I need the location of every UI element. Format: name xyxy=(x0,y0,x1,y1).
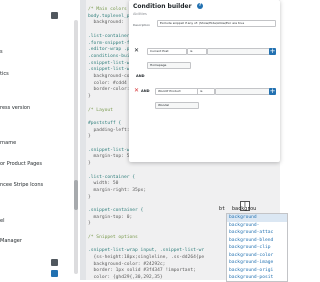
code-line: margin-right: 35px; xyxy=(88,187,147,193)
and-label: AND xyxy=(141,89,150,93)
code-line: #poststuff { xyxy=(88,120,122,126)
code-line: } xyxy=(88,161,91,167)
help-icon[interactable]: ? xyxy=(197,3,203,9)
sidebar-item[interactable]: ncee Stripe Icons xyxy=(0,182,43,188)
condition-builder-panel: Condition builder ? Abilities Descriptio… xyxy=(129,0,280,162)
add-condition-icon[interactable]: + xyxy=(269,88,276,95)
close-icon[interactable]: ✕ xyxy=(134,48,139,54)
menu-icon xyxy=(51,12,58,19)
and-label: AND xyxy=(136,74,145,78)
code-line: } xyxy=(88,134,91,140)
autocomplete-item[interactable]: background-origi xyxy=(227,267,287,275)
code-line: .editor-wrap .pr xyxy=(88,47,133,53)
code-line: color: {ghd29{,30,292,35} xyxy=(88,275,163,280)
admin-sidebar: s tics ress version rname or Product Pag… xyxy=(0,0,80,280)
description-input[interactable]: Exclude snippet if any of: (Show/Hide/Al… xyxy=(157,20,276,27)
sidebar-item[interactable]: rname xyxy=(0,140,16,146)
code-line: .conditions-buil xyxy=(88,53,133,59)
autocomplete-item[interactable]: background-color xyxy=(227,252,287,260)
autocomplete-item[interactable]: background xyxy=(227,214,287,222)
autocomplete-item[interactable]: background- xyxy=(227,222,287,230)
condition-value-select[interactable]: Woodel xyxy=(155,102,199,109)
close-icon[interactable]: ✕ xyxy=(134,88,139,94)
code-line: } xyxy=(88,94,91,100)
scrollbar-track[interactable] xyxy=(74,20,78,274)
autocomplete-prefix: bt xyxy=(219,206,226,212)
autocomplete-input[interactable]: bt backgrou xyxy=(219,205,279,213)
autocomplete-item[interactable]: background-image xyxy=(227,259,287,267)
code-line: } xyxy=(88,194,91,200)
sidebar-item[interactable]: Manager xyxy=(0,238,22,244)
editor-gutter xyxy=(80,0,86,280)
code-line: .snippet-list-wrap input, .snippet-list-… xyxy=(88,248,205,254)
code-line: border-color: xyxy=(88,87,130,93)
code-line: {ss-height:18px;singleline, .ss-dd264{pe xyxy=(88,254,205,260)
code-line: /* Main colors xyxy=(88,7,127,12)
scrollbar-thumb[interactable] xyxy=(74,180,78,210)
sidebar-item[interactable]: or Product Pages xyxy=(0,161,42,167)
add-condition-icon[interactable]: + xyxy=(269,48,276,55)
code-line: color: #cdd4 xyxy=(88,80,127,86)
code-line: background: xyxy=(88,20,124,26)
condition-value-input[interactable] xyxy=(207,48,273,55)
code-line: .list-container { xyxy=(88,174,136,180)
code-line: border: 1px solid #3f4347 !important; xyxy=(88,268,196,274)
code-line: /* Layout xyxy=(88,107,113,113)
sidebar-item[interactable]: el xyxy=(0,218,4,224)
condition-operator-select[interactable]: is xyxy=(197,88,215,95)
sidebar-item[interactable]: ress version xyxy=(0,105,30,111)
autocomplete-list[interactable]: background background-background-attac bac… xyxy=(226,213,288,282)
code-line: width: 50 xyxy=(88,181,119,187)
autocomplete-typed: backgrou xyxy=(232,206,257,212)
condition-value-input[interactable] xyxy=(215,88,273,95)
code-line: body.toplevel_pa xyxy=(88,13,133,19)
condition-field-select[interactable]: Current Post xyxy=(147,48,187,55)
code-line: margin-top: 0; xyxy=(88,214,133,220)
autocomplete-item[interactable]: background-blend xyxy=(227,237,287,245)
condition-value-select[interactable]: Homepage xyxy=(147,62,191,69)
autocomplete-item[interactable]: background-clip xyxy=(227,244,287,252)
code-line: .form-snippet-fe xyxy=(88,40,133,46)
code-line: background-color: #24292c; xyxy=(88,261,166,267)
condition-operator-select[interactable]: is xyxy=(187,48,207,55)
code-line: } xyxy=(88,221,91,227)
autocomplete-item[interactable]: background-posit xyxy=(227,274,287,281)
code-line: .snippet-container { xyxy=(88,208,144,213)
condition-field-select[interactable]: WooCP Product xyxy=(155,88,199,95)
sidebar-item[interactable]: tics xyxy=(0,71,9,77)
autocomplete-item[interactable]: background-attac xyxy=(227,229,287,237)
description-label: Description xyxy=(133,23,151,27)
code-line: /* Snippet options xyxy=(88,234,138,240)
panel-title: Condition builder xyxy=(133,3,192,10)
code-line: .snippet-list-wr xyxy=(88,67,133,73)
code-line: .snippet-list-wr xyxy=(88,60,133,66)
code-line: background-col xyxy=(88,74,133,79)
panel-subtitle: Abilities xyxy=(133,12,147,16)
code-line: padding-left: 0 xyxy=(88,127,136,133)
sidebar-item[interactable]: s xyxy=(0,49,3,55)
menu-icon xyxy=(51,259,58,266)
menu-icon xyxy=(51,270,58,277)
code-line: .list-container- xyxy=(88,33,133,39)
